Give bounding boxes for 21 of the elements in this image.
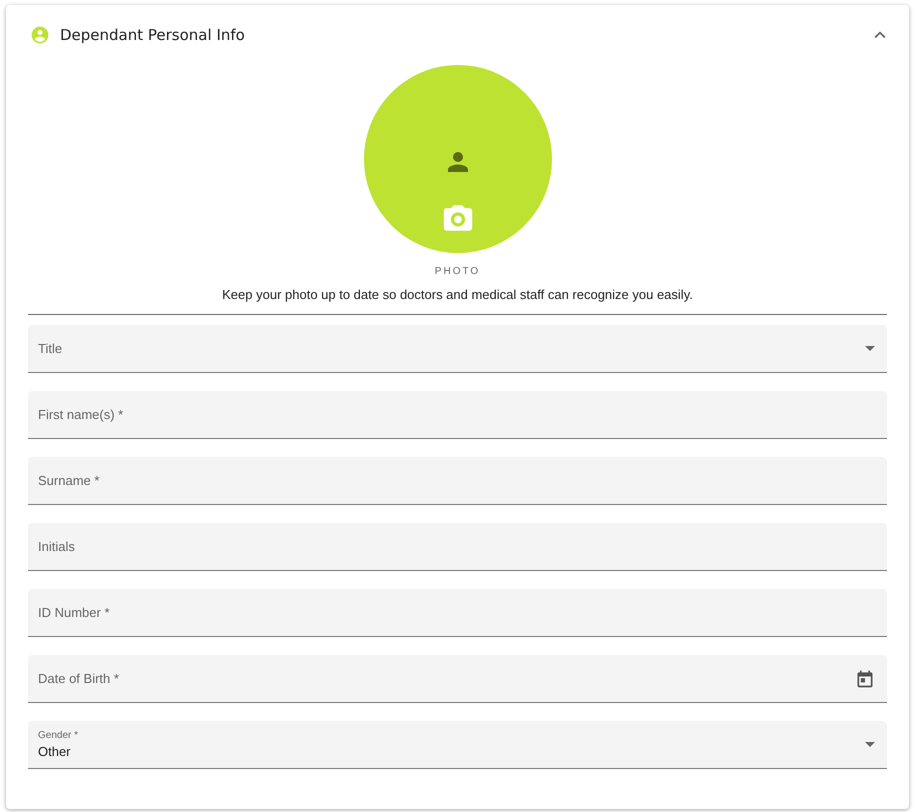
photo-hint: Keep your photo up to date so doctors and medical staff can recognize you easily. [222,287,693,302]
select-field[interactable]: Title [28,325,887,373]
field-label: Gender * [38,730,78,741]
photo-label: PHOTO [434,266,480,277]
field-label: Date of Birth * [38,671,119,686]
select-field[interactable]: Gender * Other [28,721,887,769]
input-field[interactable]: Initials [28,523,887,571]
input-field[interactable]: Surname * [28,457,887,505]
field-label: Title [38,341,62,356]
field-value: Other [38,744,72,759]
dropdown-arrow-icon [865,742,875,747]
panel-title: Dependant Personal Info [60,26,245,44]
input-field[interactable]: First name(s) * [28,391,887,439]
date-field[interactable]: Date of Birth * [28,655,887,703]
input-field[interactable]: ID Number * [28,589,887,637]
field-label: Initials [38,539,75,554]
field-label: First name(s) * [38,407,124,422]
calendar-icon [855,668,875,688]
field-label: Surname * [38,473,100,488]
dropdown-arrow-icon [865,346,875,351]
field-label: ID Number * [38,605,110,620]
